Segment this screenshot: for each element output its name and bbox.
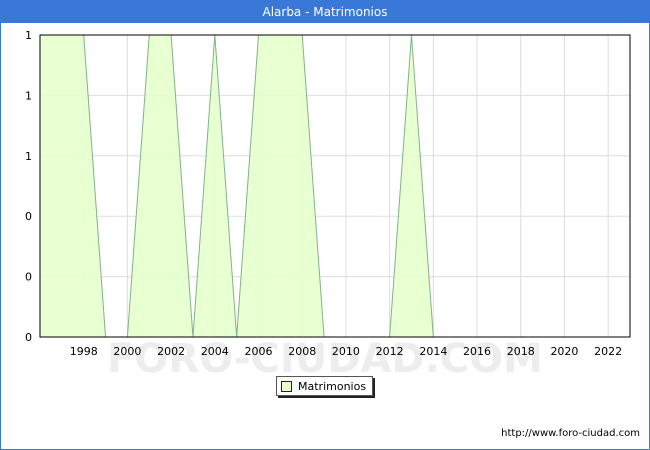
- x-tick-label: 2014: [419, 345, 447, 358]
- x-tick-label: 2012: [376, 345, 404, 358]
- y-tick-label: 0: [25, 331, 32, 344]
- legend: Matrimonios: [276, 376, 374, 396]
- x-tick-label: 2006: [245, 345, 273, 358]
- x-tick-label: 2016: [463, 345, 491, 358]
- x-tick-label: 1998: [70, 345, 98, 358]
- y-tick-label: 1: [25, 29, 32, 42]
- x-tick-label: 2004: [201, 345, 229, 358]
- y-tick-label: 0: [25, 271, 32, 284]
- legend-swatch: [281, 380, 292, 392]
- y-tick-label: 1: [25, 89, 32, 102]
- series-matrimonios: [40, 34, 609, 338]
- area-fill: [40, 35, 609, 337]
- x-tick-label: 2020: [550, 345, 578, 358]
- source-url: http://www.foro-ciudad.com: [501, 428, 640, 439]
- x-tick-label: 2010: [332, 345, 360, 358]
- x-tick-label: 2022: [594, 345, 622, 358]
- x-tick-label: 2002: [157, 345, 185, 358]
- x-tick-label: 2018: [507, 345, 535, 358]
- x-tick-label: 2000: [113, 345, 141, 358]
- grid-lines: [40, 34, 630, 338]
- y-tick-label: 1: [25, 150, 32, 163]
- x-tick-label: 2008: [288, 345, 316, 358]
- legend-label: Matrimonios: [298, 379, 367, 393]
- plot-border: [39, 34, 631, 338]
- y-axis-ticks: 0 0 0 1 1 1: [25, 29, 32, 344]
- y-tick-label: 0: [25, 210, 32, 223]
- area-line: [40, 34, 609, 338]
